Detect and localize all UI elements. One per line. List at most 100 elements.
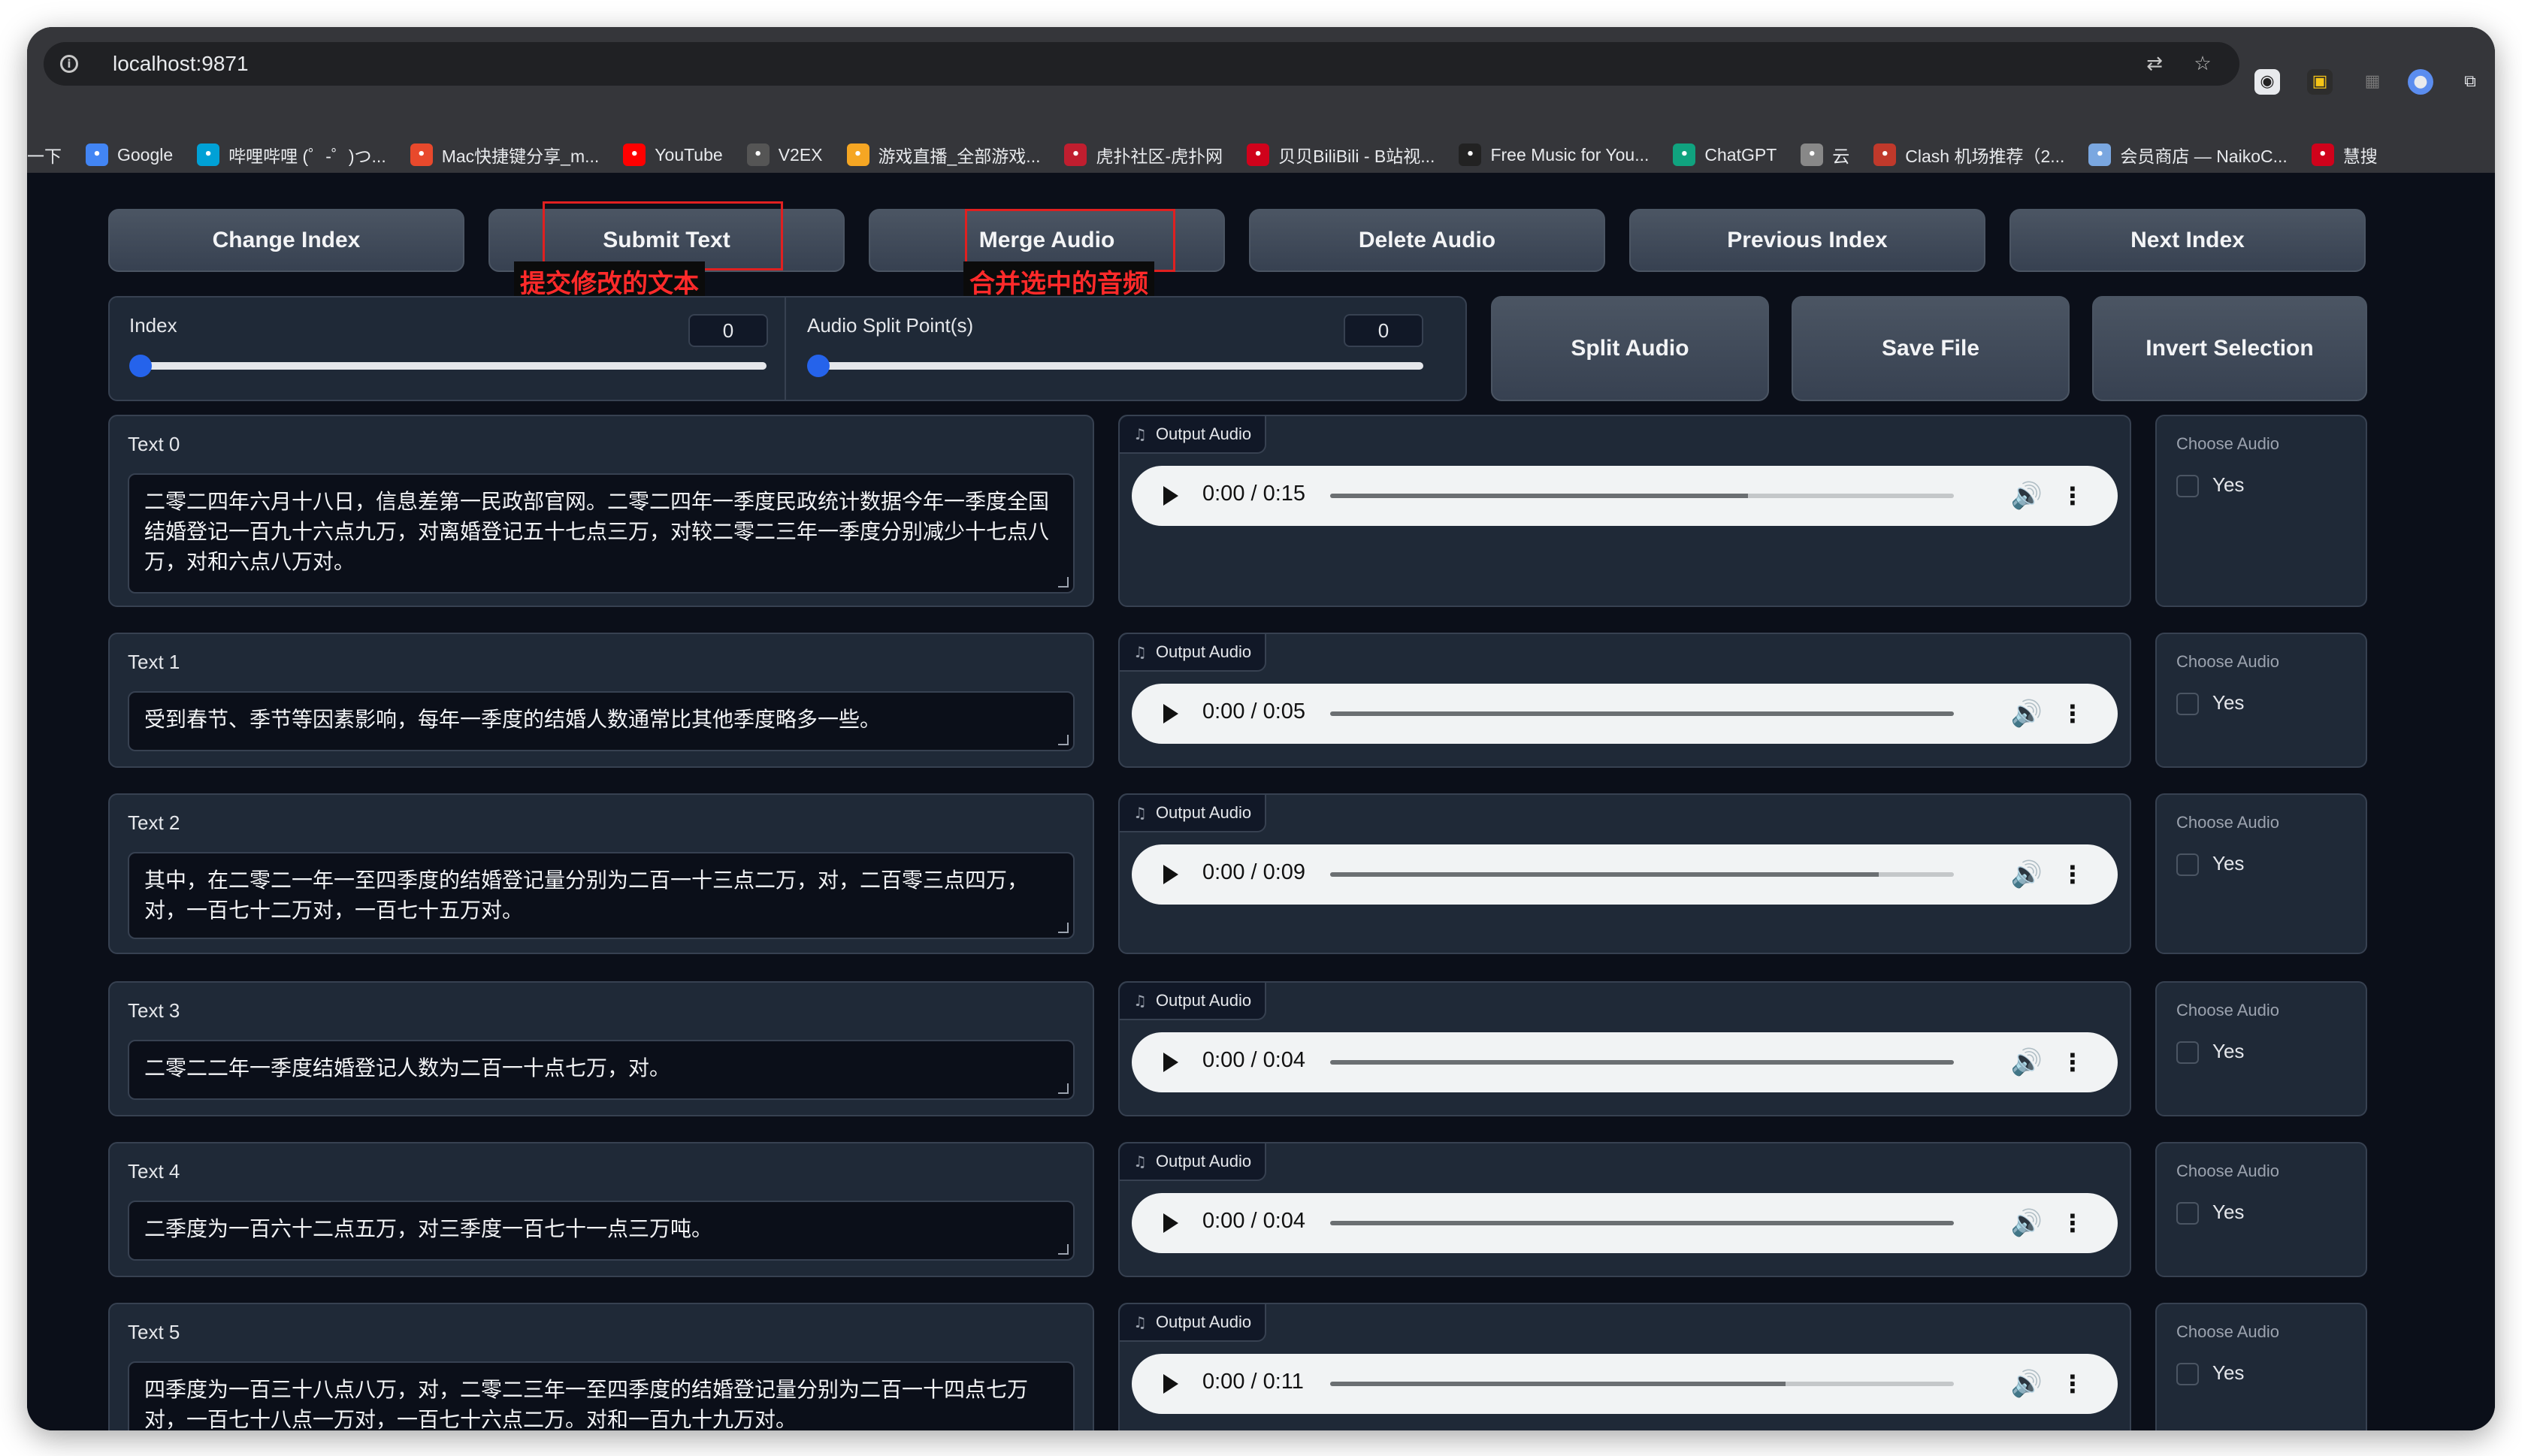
more-options-icon[interactable]: ⋮ bbox=[2061, 1370, 2085, 1397]
bookmark-star-icon[interactable]: ☆ bbox=[2191, 53, 2214, 75]
audio-player[interactable]: 0:00 / 0:05 🔊 ⋮ bbox=[1132, 684, 2118, 744]
choose-audio-yes-label[interactable]: Yes bbox=[2212, 1361, 2244, 1385]
resize-grip-icon[interactable] bbox=[1058, 577, 1069, 588]
choose-audio-checkbox[interactable] bbox=[2176, 1041, 2199, 1064]
audio-progress-track[interactable] bbox=[1330, 1221, 1954, 1225]
choose-audio-label: Choose Audio bbox=[2176, 652, 2279, 671]
split-slider-thumb[interactable] bbox=[807, 355, 830, 377]
text-label: Text 5 bbox=[128, 1321, 180, 1343]
change-index-button[interactable]: Change Index bbox=[108, 209, 464, 272]
choose-audio-yes-label[interactable]: Yes bbox=[2212, 473, 2244, 497]
choose-audio-yes-label[interactable]: Yes bbox=[2212, 691, 2244, 714]
resize-grip-icon[interactable] bbox=[1058, 1083, 1069, 1094]
play-icon[interactable] bbox=[1163, 1053, 1178, 1072]
volume-icon[interactable]: 🔊 bbox=[2011, 1369, 2043, 1399]
bookmark-item[interactable]: • 哔哩哔哩 (゜-゜)つ... bbox=[197, 142, 386, 168]
bookmark-item[interactable]: • 游戏直播_全部游戏... bbox=[846, 142, 1040, 168]
split-audio-button[interactable]: Split Audio bbox=[1491, 296, 1769, 401]
audio-player[interactable]: 0:00 / 0:11 🔊 ⋮ bbox=[1132, 1354, 2118, 1414]
audio-player[interactable]: 0:00 / 0:15 🔊 ⋮ bbox=[1132, 466, 2118, 526]
choose-audio-panel: Choose Audio Yes bbox=[2155, 793, 2367, 954]
next-index-button[interactable]: Next Index bbox=[2009, 209, 2366, 272]
audio-player[interactable]: 0:00 / 0:04 🔊 ⋮ bbox=[1132, 1193, 2118, 1253]
bookmark-item[interactable]: • YouTube bbox=[623, 143, 723, 166]
audio-player[interactable]: 0:00 / 0:04 🔊 ⋮ bbox=[1132, 1032, 2118, 1092]
text-input[interactable]: 二季度为一百六十二点五万，对三季度一百七十一点三万吨。 bbox=[128, 1201, 1075, 1261]
bookmark-item[interactable]: • 贝贝BiliBili - B站视... bbox=[1247, 142, 1435, 168]
text-input[interactable]: 二零二二年一季度结婚登记人数为二百一十点七万，对。 bbox=[128, 1040, 1075, 1100]
extensions-puzzle-icon[interactable]: ⧉ bbox=[2457, 69, 2483, 95]
play-icon[interactable] bbox=[1163, 865, 1178, 884]
invert-selection-button[interactable]: Invert Selection bbox=[2092, 296, 2367, 401]
choose-audio-checkbox[interactable] bbox=[2176, 853, 2199, 876]
resize-grip-icon[interactable] bbox=[1058, 923, 1069, 933]
output-audio-tag: ♫ Output Audio bbox=[1120, 1304, 1267, 1342]
choose-audio-yes-label[interactable]: Yes bbox=[2212, 852, 2244, 875]
text-input[interactable]: 其中，在二零二一年一至四季度的结婚登记量分别为二百一十三点二万，对，二百零三点四… bbox=[128, 852, 1075, 939]
choose-audio-panel: Choose Audio Yes bbox=[2155, 1142, 2367, 1277]
volume-icon[interactable]: 🔊 bbox=[2011, 699, 2043, 729]
split-slider-track[interactable] bbox=[809, 362, 1423, 370]
choose-audio-checkbox[interactable] bbox=[2176, 1202, 2199, 1225]
delete-audio-button[interactable]: Delete Audio bbox=[1249, 209, 1605, 272]
index-number-input[interactable]: 0 bbox=[688, 314, 768, 347]
audio-progress-track[interactable] bbox=[1330, 711, 1954, 716]
url-text[interactable]: localhost:9871 bbox=[113, 52, 249, 76]
extension-glasses-icon[interactable]: ◉ bbox=[2254, 69, 2280, 95]
bookmark-item[interactable]: • Google bbox=[86, 143, 173, 166]
save-file-button[interactable]: Save File bbox=[1792, 296, 2070, 401]
bookmark-label: 虎扑社区-虎扑网 bbox=[1096, 147, 1223, 166]
text-input[interactable]: 二零二四年六月十八日，信息差第一民政部官网。二零二四年一季度民政统计数据今年一季… bbox=[128, 473, 1075, 594]
music-b-icon: • bbox=[1459, 143, 1482, 166]
audio-player[interactable]: 0:00 / 0:09 🔊 ⋮ bbox=[1132, 844, 2118, 905]
address-bar[interactable]: i localhost:9871 ⇄ ☆ bbox=[44, 42, 2239, 86]
audio-progress-track[interactable] bbox=[1330, 1382, 1954, 1386]
text-content: 二零二四年六月十八日，信息差第一民政部官网。二零二四年一季度民政统计数据今年一季… bbox=[144, 489, 1050, 574]
extension-search-icon[interactable]: ● bbox=[2408, 69, 2433, 95]
bookmark-item[interactable]: • Clash 机场推荐（2... bbox=[1873, 142, 2064, 168]
choose-audio-checkbox[interactable] bbox=[2176, 475, 2199, 497]
text-input[interactable]: 受到春节、季节等因素影响，每年一季度的结婚人数通常比其他季度略多一些。 bbox=[128, 691, 1075, 751]
translate-icon[interactable]: ⇄ bbox=[2143, 53, 2166, 75]
bookmark-item[interactable]: • Free Music for You... bbox=[1459, 143, 1649, 166]
volume-icon[interactable]: 🔊 bbox=[2011, 1208, 2043, 1238]
volume-icon[interactable]: 🔊 bbox=[2011, 481, 2043, 511]
play-icon[interactable] bbox=[1163, 1213, 1178, 1233]
more-options-icon[interactable]: ⋮ bbox=[2061, 700, 2085, 727]
bookmark-item[interactable]: • ChatGPT bbox=[1673, 143, 1777, 166]
split-number-input[interactable]: 0 bbox=[1344, 314, 1423, 347]
bookmark-item[interactable]: • 云 bbox=[1801, 142, 1849, 168]
choose-audio-checkbox[interactable] bbox=[2176, 693, 2199, 715]
bookmark-item[interactable]: • 慧搜 bbox=[2311, 142, 2378, 168]
text-input[interactable]: 四季度为一百三十八点八万，对，二零二三年一至四季度的结婚登记量分别为二百一十四点… bbox=[128, 1361, 1075, 1430]
more-options-icon[interactable]: ⋮ bbox=[2061, 482, 2085, 509]
previous-index-button[interactable]: Previous Index bbox=[1629, 209, 1985, 272]
play-icon[interactable] bbox=[1163, 704, 1178, 723]
bookmark-item[interactable]: • 会员商店 — NaikoC... bbox=[2088, 142, 2288, 168]
play-icon[interactable] bbox=[1163, 486, 1178, 506]
bookmark-item[interactable]: 一下 bbox=[27, 142, 62, 168]
audio-progress-track[interactable] bbox=[1330, 872, 1954, 877]
choose-audio-yes-label[interactable]: Yes bbox=[2212, 1040, 2244, 1063]
volume-icon[interactable]: 🔊 bbox=[2011, 1047, 2043, 1077]
index-slider-track[interactable] bbox=[131, 362, 767, 370]
play-icon[interactable] bbox=[1163, 1374, 1178, 1394]
choose-audio-yes-label[interactable]: Yes bbox=[2212, 1201, 2244, 1224]
resize-grip-icon[interactable] bbox=[1058, 1244, 1069, 1255]
index-slider-thumb[interactable] bbox=[129, 355, 152, 377]
audio-progress-track[interactable] bbox=[1330, 1060, 1954, 1065]
more-options-icon[interactable]: ⋮ bbox=[2061, 1210, 2085, 1237]
more-options-icon[interactable]: ⋮ bbox=[2061, 1049, 2085, 1076]
bookmark-item[interactable]: • 虎扑社区-虎扑网 bbox=[1064, 142, 1223, 168]
resize-grip-icon[interactable] bbox=[1058, 735, 1069, 745]
volume-icon[interactable]: 🔊 bbox=[2011, 859, 2043, 890]
extension-note-icon[interactable]: ▣ bbox=[2307, 69, 2333, 95]
extension-gray-icon[interactable]: ▦ bbox=[2360, 69, 2385, 95]
audio-time: 0:00 / 0:11 bbox=[1202, 1370, 1304, 1394]
choose-audio-checkbox[interactable] bbox=[2176, 1363, 2199, 1385]
audio-progress-track[interactable] bbox=[1330, 494, 1954, 498]
site-info-icon[interactable]: i bbox=[60, 55, 78, 73]
more-options-icon[interactable]: ⋮ bbox=[2061, 861, 2085, 888]
bookmark-item[interactable]: • V2EX bbox=[746, 143, 823, 166]
bookmark-item[interactable]: • Mac快捷键分享_m... bbox=[410, 142, 599, 168]
